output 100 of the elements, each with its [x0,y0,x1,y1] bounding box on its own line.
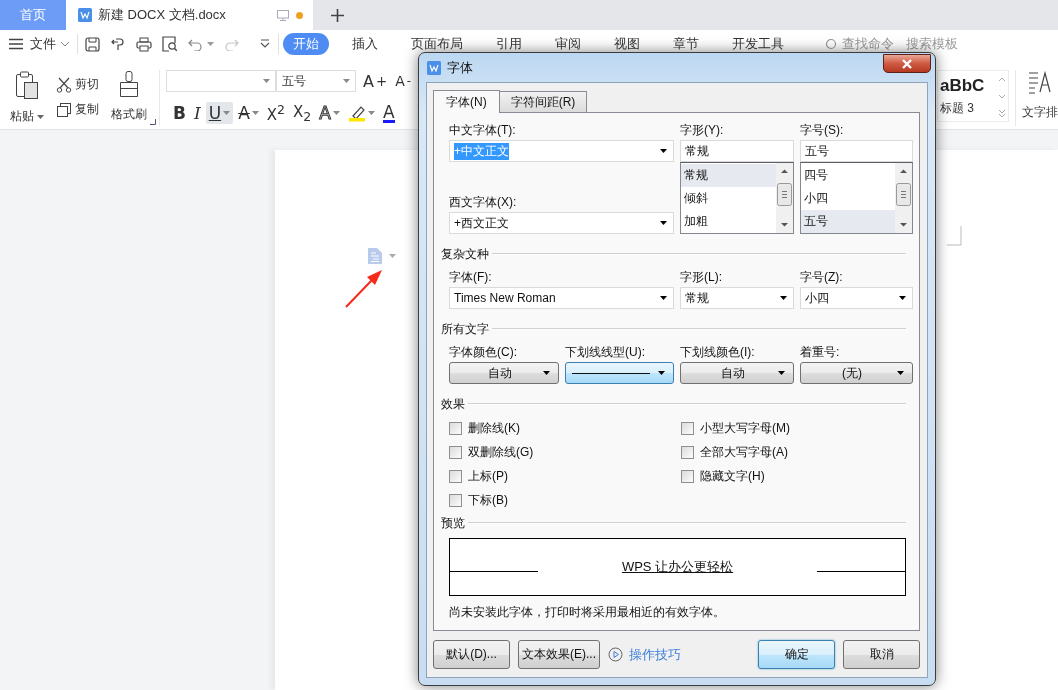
undo-icon [188,37,203,51]
checkbox[interactable]: 下标(B) [449,491,508,509]
dialog-launcher-icon[interactable] [150,119,156,125]
paste-button[interactable]: 粘贴 [8,70,46,129]
annotation-arrow [345,270,382,308]
undo-button[interactable] [188,37,214,51]
list-item[interactable]: 五号 [801,210,895,233]
bold-button[interactable]: B [170,102,189,124]
field-label: 字体(F): [449,269,493,286]
list-item[interactable]: 加粗 [681,210,776,233]
checkbox[interactable]: 上标(P) [449,467,508,485]
more-icon[interactable] [259,39,271,49]
export-icon[interactable] [110,36,126,52]
dialog-button[interactable]: 取消 [843,640,920,669]
caret-icon [780,296,787,300]
new-tab-icon[interactable] [331,8,344,22]
dialog-tab[interactable]: 字体(N) [433,90,500,113]
file-menu[interactable]: 文件 [30,35,70,53]
font-size-field[interactable]: 五号 [276,70,356,92]
highlighter-icon [347,104,366,122]
style-name: 标题 3 [940,99,975,117]
font-color-button[interactable]: A [379,102,398,124]
tips-link[interactable]: 操作技巧 [608,645,681,664]
font-note: 尚未安装此字体，打印时将采用最相近的有效字体。 [449,604,726,621]
ribbon-tab[interactable]: 视图 [604,33,650,55]
menu-icon[interactable] [8,38,24,50]
ribbon-tab[interactable]: 章节 [663,33,709,55]
dropdown-button[interactable] [565,362,674,384]
field-label: 字号(S): [800,122,845,139]
preview-text: WPS 让办公更轻松 [621,558,734,576]
close-button[interactable] [883,54,931,73]
checkbox[interactable]: 全部大写字母(A) [681,443,788,461]
field-label: 字号(Z): [800,269,844,286]
caret-icon [660,296,667,300]
list-item[interactable]: 倾斜 [681,187,776,210]
dropdown-button[interactable]: 自动 [680,362,794,384]
dropdown-button[interactable]: 自动 [449,362,559,384]
caret-icon [899,296,906,300]
text-layout-icon [1028,70,1052,96]
scrollbar [776,163,793,233]
ok-button[interactable]: 确定 [758,640,835,669]
font-combo[interactable]: Times New Roman [449,287,674,309]
close-icon [901,58,913,69]
play-icon [608,647,623,662]
document-tab[interactable]: 新建 DOCX 文档.docx [66,0,313,30]
text-input[interactable]: 常规 [680,140,794,162]
print-icon[interactable] [136,36,152,52]
caret-icon [37,114,44,119]
underline-button[interactable]: U [205,102,234,124]
dialog-tab[interactable]: 字符间距(R) [498,91,588,112]
scissors-icon [56,76,72,93]
subscript-button[interactable]: X$_{2}$ [290,102,315,124]
checkbox[interactable]: 双删除线(G) [449,443,534,461]
caret-icon [207,42,214,46]
dropdown-button[interactable]: (无) [800,362,913,384]
brush-icon [117,70,141,98]
checkbox[interactable]: 小型大写字母(M) [681,419,790,437]
text-input[interactable]: 五号 [800,140,913,162]
ribbon-tab[interactable]: 插入 [342,33,388,55]
checkbox[interactable]: 隐藏文字(H) [681,467,765,485]
search-icon [825,37,838,51]
field-label: 着重号: [800,344,841,361]
copy-button[interactable]: 复制 [56,101,99,118]
font-combo[interactable]: 常规 [680,287,794,309]
list-item[interactable]: 四号 [801,164,895,187]
section-heading: 预览 [441,514,465,532]
caret-icon [389,254,396,258]
caret-icon [263,79,270,83]
dialog-button[interactable]: 默认(D)... [433,640,510,669]
font-combo[interactable]: +西文正文 [449,212,674,234]
font-name-field[interactable] [166,70,276,92]
font-combo[interactable]: 小四 [800,287,913,309]
superscript-button[interactable]: X$^{2}$ [263,102,288,124]
ribbon-tab[interactable]: 页面布局 [401,33,473,55]
field-label: 西文字体(X): [449,194,517,211]
caret-icon [543,371,550,375]
ribbon-tab[interactable]: 引用 [486,33,532,55]
dialog-button[interactable]: 文本效果(E)... [518,640,600,669]
save-icon[interactable] [85,36,100,52]
list-item[interactable]: 小四 [801,187,895,210]
field-label: 字形(L): [680,269,723,286]
caret-icon [897,371,904,375]
ribbon-tab[interactable]: 开发工具 [722,33,794,55]
caret-icon [660,149,667,153]
print-preview-icon[interactable] [162,36,178,52]
line-style-icon [572,371,650,375]
italic-button[interactable]: I [190,102,204,124]
text-effect-button[interactable]: A [316,102,343,124]
checkbox[interactable]: 删除线(K) [449,419,520,437]
field-label: 字体颜色(C): [449,344,518,361]
field-label: 中文字体(T): [449,122,517,139]
cut-button[interactable]: 剪切 [56,76,99,93]
style-preview: aBbC [940,75,986,96]
text-layout-button[interactable]: 文字排 [1022,70,1058,129]
format-painter-button[interactable]: 格式刷 [111,70,147,129]
ribbon-tab[interactable]: 审阅 [545,33,591,55]
strikethrough-button[interactable]: A [235,102,262,124]
caret-icon [343,79,350,83]
list-item[interactable]: 常规 [681,164,776,187]
section-heading: 复杂文种 [441,245,489,263]
